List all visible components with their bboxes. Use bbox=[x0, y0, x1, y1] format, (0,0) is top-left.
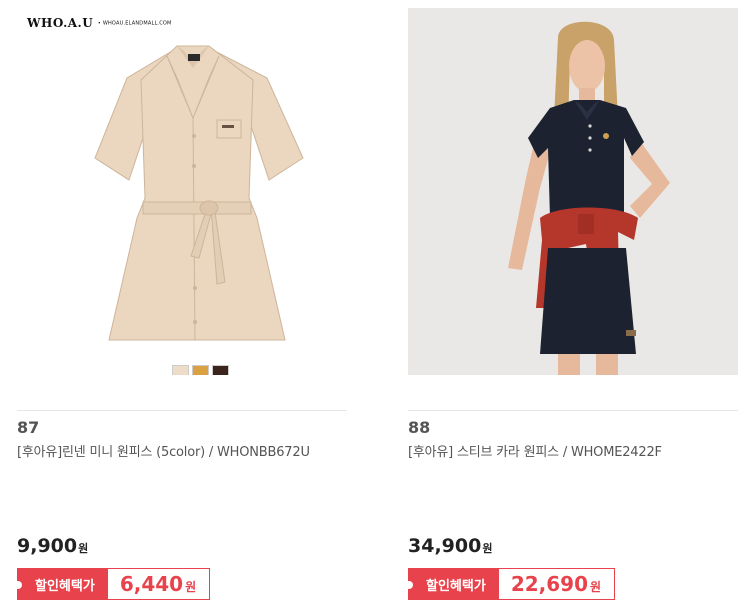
product-name-link[interactable]: [후아유]린넨 미니 원피스 (5color) / WHONBB672U bbox=[17, 441, 310, 460]
product-number: 88 bbox=[408, 418, 431, 437]
swatch-beige[interactable] bbox=[172, 365, 189, 375]
divider bbox=[408, 410, 738, 411]
product-card-88[interactable]: 88 [후아유] 스티브 카라 원피스 / WHOME2422F 34,900원… bbox=[405, 0, 738, 608]
tag-hole-icon bbox=[405, 581, 413, 589]
discount-price: 6,440 원 bbox=[107, 569, 210, 599]
product-number: 87 bbox=[17, 418, 40, 437]
product-name-link[interactable]: [후아유] 스티브 카라 원피스 / WHOME2422F bbox=[408, 441, 662, 460]
discount-price-box: 할인혜택가 22,690 원 bbox=[405, 568, 616, 600]
color-swatches bbox=[172, 365, 229, 375]
discount-price-box: 할인혜택가 6,440 원 bbox=[14, 568, 211, 600]
original-price: 9,900원 bbox=[17, 535, 88, 557]
discount-label: 할인혜택가 bbox=[405, 569, 499, 599]
brand-logo: WHO.A.U • WHOAU.ELANDMALL.COM bbox=[27, 16, 172, 30]
swatch-mustard[interactable] bbox=[192, 365, 209, 375]
original-price: 34,900원 bbox=[408, 535, 492, 557]
product-image-linen-dress[interactable]: WHO.A.U • WHOAU.ELANDMALL.COM bbox=[17, 8, 347, 375]
price-unit: 원 bbox=[482, 542, 493, 555]
product-image-polo-dress[interactable] bbox=[408, 8, 738, 375]
discount-price: 22,690 원 bbox=[498, 569, 615, 599]
tag-hole-icon bbox=[14, 581, 22, 589]
discount-label: 할인혜택가 bbox=[14, 569, 108, 599]
divider bbox=[17, 410, 347, 411]
product-card-87[interactable]: WHO.A.U • WHOAU.ELANDMALL.COM 87 [후아유]린넨… bbox=[14, 0, 347, 608]
price-value: 34,900 bbox=[408, 535, 482, 557]
price-unit: 원 bbox=[78, 542, 89, 555]
price-value: 9,900 bbox=[17, 535, 78, 557]
swatch-brown[interactable] bbox=[212, 365, 229, 375]
linen-dress-illustration bbox=[94, 45, 304, 341]
model-photo-illustration bbox=[408, 8, 738, 375]
